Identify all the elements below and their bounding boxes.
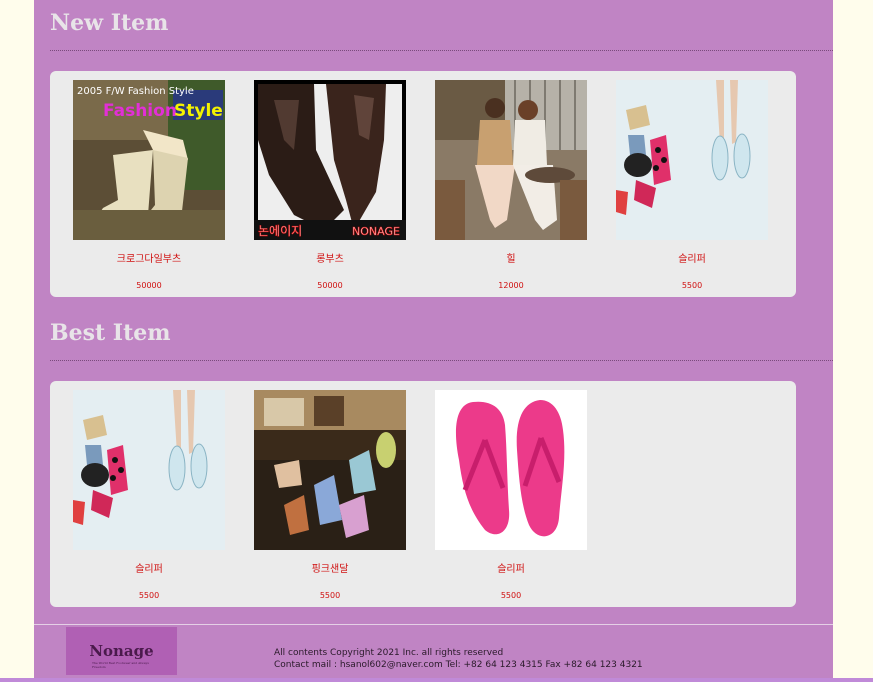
main-content: New Item 2005 F/W Fashion Style Fashion … <box>34 0 833 682</box>
svg-text:Style: Style <box>174 101 223 121</box>
best-item-panel: 슬리퍼 5500 핑크샌달 5500 슬리퍼 5500 <box>50 381 796 607</box>
product-card[interactable]: 슬리퍼 5500 <box>435 390 587 605</box>
product-name[interactable]: 롱부츠 <box>254 254 406 266</box>
copyright-text: All contents Copyright 2021 Inc. all rig… <box>274 648 504 658</box>
product-card[interactable]: 논에이지 NONAGE 롱부츠 50000 <box>254 80 406 295</box>
product-image-pink-sandals[interactable] <box>254 390 406 550</box>
product-price: 50000 <box>136 281 162 290</box>
product-name[interactable]: 힐 <box>435 254 587 266</box>
product-price: 5500 <box>681 281 703 290</box>
product-name[interactable]: 핑크샌달 <box>254 564 406 576</box>
product-name[interactable]: 슬리퍼 <box>616 254 768 266</box>
footer-info: All contents Copyright 2021 Inc. all rig… <box>274 647 643 671</box>
logo-text: Nonage <box>89 642 154 660</box>
svg-text:Fashion: Fashion <box>103 101 177 121</box>
product-price: 5500 <box>138 591 160 600</box>
product-card[interactable]: 힐 12000 <box>435 80 587 295</box>
product-price: 5500 <box>500 591 522 600</box>
image-brand-english: NONAGE <box>352 225 400 238</box>
product-image-slippers[interactable] <box>73 390 225 550</box>
product-price: 12000 <box>498 281 524 290</box>
new-item-panel: 2005 F/W Fashion Style Fashion Style 크로그… <box>50 71 796 297</box>
product-card[interactable]: 핑크샌달 5500 <box>254 390 406 605</box>
product-card[interactable]: 2005 F/W Fashion Style Fashion Style 크로그… <box>73 80 225 295</box>
product-image-slippers[interactable] <box>616 80 768 240</box>
product-image-pink-flip-flops[interactable] <box>435 390 587 550</box>
product-price: 5500 <box>319 591 341 600</box>
product-image-long-boots[interactable]: 논에이지 NONAGE <box>254 80 406 240</box>
product-image-croc-boots[interactable]: 2005 F/W Fashion Style Fashion Style <box>73 80 225 240</box>
contact-text: Contact mail : hsanol602@naver.com Tel: … <box>274 660 643 670</box>
section-divider <box>50 50 833 51</box>
new-item-title: New Item <box>50 10 169 36</box>
product-price: 50000 <box>317 281 343 290</box>
image-caption-season: 2005 F/W Fashion Style <box>77 86 194 97</box>
product-image-heels[interactable] <box>435 80 587 240</box>
footer-divider <box>34 624 833 625</box>
product-name[interactable]: 슬리퍼 <box>73 564 225 576</box>
product-card[interactable]: 슬리퍼 5500 <box>73 390 225 605</box>
footer-logo[interactable]: Nonage The World Best Footwear and Alway… <box>66 627 177 675</box>
product-name[interactable]: 크로그다일부츠 <box>73 254 225 266</box>
product-card[interactable]: 슬리퍼 5500 <box>616 80 768 295</box>
product-name[interactable]: 슬리퍼 <box>435 564 587 576</box>
image-brand-korean: 논에이지 <box>258 224 302 238</box>
best-item-title: Best Item <box>50 320 171 346</box>
bottom-border <box>0 678 873 682</box>
logo-tagline: The World Best Footwear and Always Freed… <box>92 661 149 669</box>
section-divider <box>50 360 833 361</box>
